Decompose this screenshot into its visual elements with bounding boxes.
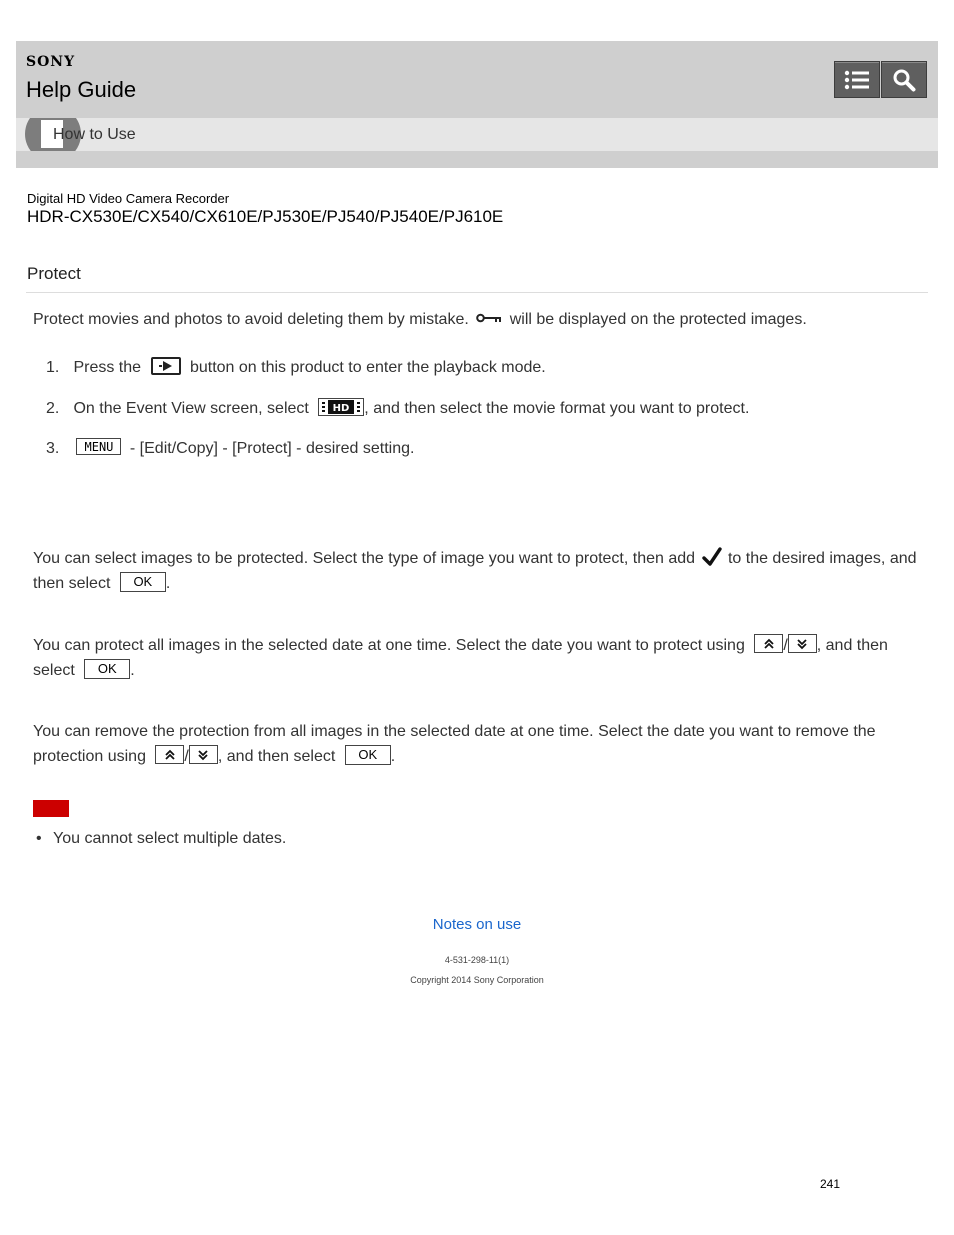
header-bar: SONY Help Guide How to Use xyxy=(16,41,938,168)
all-in-date-paragraph: You can protect all images in the select… xyxy=(33,633,923,683)
paragraph-end: . xyxy=(165,575,171,592)
intro-text-after: will be displayed on the protected image… xyxy=(509,311,807,328)
paragraph-text: , and then select xyxy=(217,748,336,765)
step-text-before: On the Event View screen, select xyxy=(73,400,309,418)
hd-format-icon: HD xyxy=(318,398,365,416)
up-arrow-icon xyxy=(155,745,185,765)
step-number: 2. xyxy=(46,400,60,418)
svg-text:HD: HD xyxy=(333,403,350,414)
copyright: Copyright 2014 Sony Corporation xyxy=(410,975,544,985)
cancel-all-paragraph: You can remove the protection from all i… xyxy=(33,719,923,769)
step-1: 1. Press the button on this product to e… xyxy=(46,357,546,377)
step-3: 3. MENU - [Edit/Copy] - [Protect] - desi… xyxy=(46,438,415,458)
table-of-contents-button[interactable] xyxy=(834,61,880,98)
ok-button-icon: OK xyxy=(119,571,166,592)
paragraph-end: . xyxy=(390,748,396,765)
step-text-after: - [Edit/Copy] - [Protect] - desired sett… xyxy=(129,440,415,457)
down-arrow-icon xyxy=(188,745,218,765)
page-number: 241 xyxy=(820,1177,841,1191)
step-2: 2. On the Event View screen, select HD ,… xyxy=(46,398,750,418)
sony-logo: SONY xyxy=(26,54,76,70)
help-guide-title[interactable]: Help Guide xyxy=(26,77,136,103)
ok-button-icon: OK xyxy=(84,658,131,679)
list-icon xyxy=(844,70,870,90)
multiple-images-paragraph: You can select images to be protected. S… xyxy=(33,546,923,596)
note-text: You cannot select multiple dates. xyxy=(53,830,287,847)
step-number: 3. xyxy=(46,440,60,457)
bullet-dot: • xyxy=(36,830,42,847)
page-title: Protect xyxy=(27,264,81,283)
step-text-before: Press the xyxy=(73,359,142,377)
playback-button-icon xyxy=(150,357,181,375)
breadcrumb-bar: How to Use xyxy=(16,118,938,151)
note-list-item: • You cannot select multiple dates. xyxy=(36,830,286,848)
notes-on-use-link[interactable]: Notes on use xyxy=(0,916,954,933)
key-icon xyxy=(476,313,502,323)
document-number: 4-531-298-11(1) xyxy=(444,955,510,965)
step-text-after: button on this product to enter the play… xyxy=(189,359,546,377)
up-arrow-icon xyxy=(754,634,784,654)
paragraph-text: You can select images to be protected. S… xyxy=(33,550,696,567)
product-models: HDR-CX530E/CX540/CX610E/PJ530E/PJ540/PJ5… xyxy=(27,207,504,226)
intro-paragraph: Protect movies and photos to avoid delet… xyxy=(33,307,923,332)
step-text-after: , and then select the movie format you w… xyxy=(364,400,750,418)
ok-button-icon: OK xyxy=(344,744,391,765)
down-arrow-icon xyxy=(787,634,817,654)
paragraph-end: . xyxy=(130,662,135,679)
search-icon xyxy=(892,68,916,92)
checkmark-icon xyxy=(701,547,722,567)
search-button[interactable] xyxy=(881,61,927,98)
product-category: Digital HD Video Camera Recorder xyxy=(27,191,230,206)
breadcrumb-how-to-use[interactable]: How to Use xyxy=(53,126,136,144)
intro-text-before: Protect movies and photos to avoid delet… xyxy=(33,311,469,328)
note-badge xyxy=(33,800,69,817)
step-number: 1. xyxy=(46,359,60,377)
paragraph-text: You can protect all images in the select… xyxy=(33,637,745,654)
menu-button-icon: MENU xyxy=(76,438,122,456)
divider xyxy=(26,292,928,293)
